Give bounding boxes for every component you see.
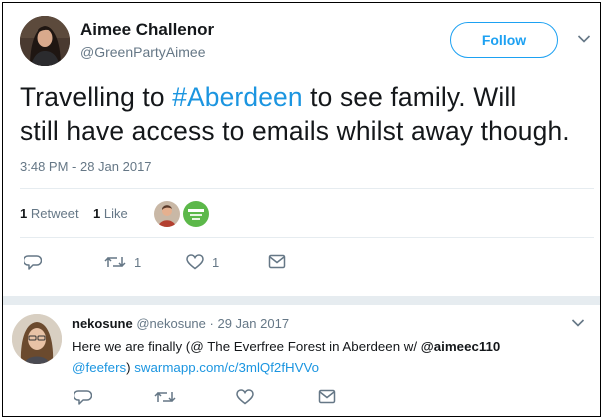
chevron-down-icon[interactable]: [577, 34, 591, 44]
liker-avatar[interactable]: [154, 201, 180, 227]
divider: [20, 188, 594, 189]
reply-action[interactable]: [24, 254, 42, 271]
chevron-down-icon[interactable]: [571, 318, 585, 328]
like-stat-label: Like: [103, 206, 128, 221]
mention-link[interactable]: @aimeec110: [421, 339, 501, 354]
swarm-url-link[interactable]: swarmapp.com/c/3mlQf2fHVVo: [134, 360, 319, 375]
retweeter-avatar[interactable]: [183, 201, 209, 227]
reply-icon: [24, 254, 42, 271]
mention-link[interactable]: @feefers: [72, 360, 126, 375]
reply-icon: [74, 389, 92, 406]
author-avatar[interactable]: [20, 16, 70, 66]
retweet-stat-label: Retweet: [30, 206, 79, 221]
retweet-count: 1: [134, 254, 142, 270]
reply-date[interactable]: 29 Jan 2017: [217, 316, 289, 331]
like-icon: [236, 389, 254, 405]
message-icon: [318, 389, 336, 404]
reply-author-avatar[interactable]: [12, 314, 62, 364]
like-action[interactable]: [236, 389, 254, 405]
reply-text: Here we are finally (@ The Everfree Fore…: [72, 336, 592, 378]
tweet-text: Travelling to #Aberdeen to see family. W…: [20, 80, 594, 148]
like-stat-count: 1: [93, 206, 101, 221]
message-action[interactable]: [318, 389, 336, 404]
like-action[interactable]: 1: [186, 254, 219, 270]
reply-action[interactable]: [74, 389, 92, 406]
tweet-stats: 1 Retweet 1 Like: [20, 206, 128, 221]
reply-text-part: Here we are finally (@ The Everfree Fore…: [72, 339, 421, 354]
divider: [20, 237, 594, 238]
like-stat[interactable]: 1 Like: [93, 206, 128, 221]
author-name[interactable]: Aimee Challenor: [80, 20, 214, 40]
tweet-text-part: Travelling to: [20, 82, 173, 112]
message-icon: [268, 254, 286, 269]
tweet-timestamp[interactable]: 3:48 PM - 28 Jan 2017: [20, 159, 152, 174]
retweet-stat-count: 1: [20, 206, 28, 221]
hashtag-link[interactable]: #Aberdeen: [172, 82, 302, 112]
reply-separator-dot: ·: [209, 316, 214, 331]
retweet-action[interactable]: [154, 389, 176, 405]
tweet-text-line: still have access to emails whilst away …: [20, 116, 570, 146]
retweet-action[interactable]: 1: [104, 254, 141, 270]
retweet-icon: [154, 389, 176, 405]
retweet-stat[interactable]: 1 Retweet: [20, 206, 79, 221]
like-count: 1: [212, 254, 220, 270]
message-action[interactable]: [268, 254, 286, 269]
author-handle[interactable]: @GreenPartyAimee: [80, 44, 205, 60]
retweet-icon: [104, 254, 126, 270]
reply-author-handle[interactable]: @nekosune: [136, 316, 206, 331]
tweet-text-part: to see family. Will: [302, 82, 517, 112]
reply-header: nekosune @nekosune · 29 Jan 2017: [72, 316, 289, 331]
follow-button[interactable]: Follow: [450, 22, 558, 58]
like-icon: [186, 254, 204, 270]
reply-separator: [3, 296, 600, 305]
reply-author-name[interactable]: nekosune: [72, 316, 133, 331]
